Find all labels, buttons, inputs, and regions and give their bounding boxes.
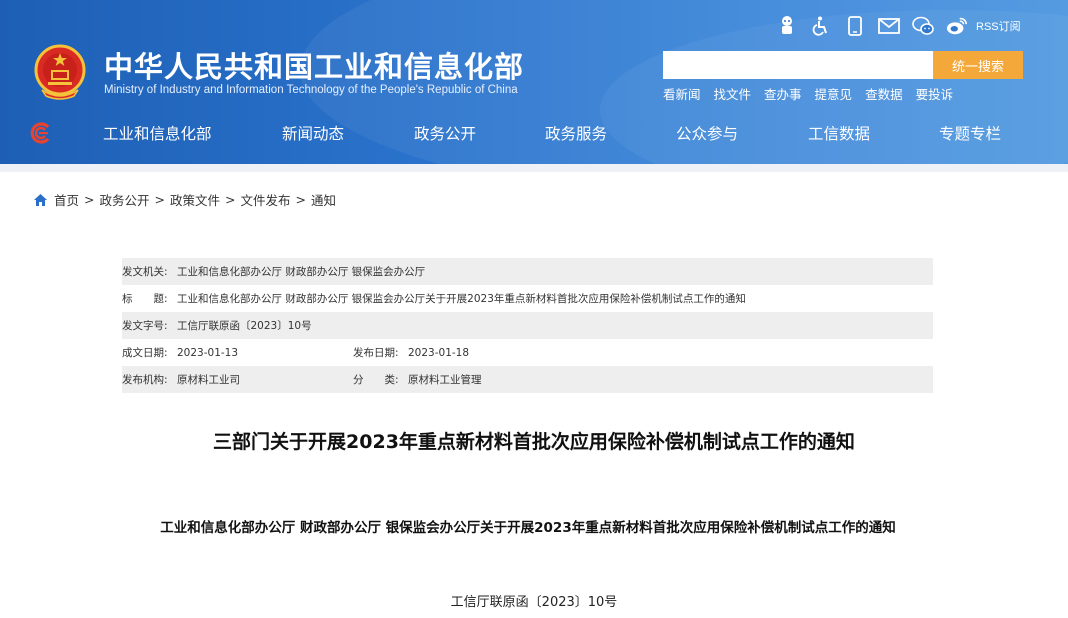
home-icon[interactable]: [33, 193, 48, 207]
meta-label: 分 类:: [353, 374, 399, 386]
quick-link-complaint[interactable]: 要投诉: [916, 84, 954, 103]
document-heading: 工业和信息化部办公厅 财政部办公厅 银保监会办公厅关于开展2023年重点新材料首…: [160, 520, 896, 536]
search-button[interactable]: 统一搜索: [933, 51, 1023, 79]
meta-label: 发布机构:: [122, 374, 168, 386]
mobile-icon[interactable]: [844, 15, 866, 37]
quick-link-files[interactable]: 找文件: [714, 84, 752, 103]
meta-date: 2023-01-13: [177, 346, 239, 359]
nav-item-news[interactable]: 新闻动态: [282, 122, 344, 144]
breadcrumb: 首页 > 政务公开 > 政策文件 > 文件发布 > 通知: [33, 190, 336, 209]
nav-item-government-affairs[interactable]: 政务公开: [414, 122, 476, 144]
meta-subject: 工业和信息化部办公厅 财政部办公厅 银保监会办公厅关于开展2023年重点新材料首…: [177, 293, 746, 305]
quick-link-feedback[interactable]: 提意见: [815, 84, 853, 103]
main-nav: 工业和信息化部 新闻动态 政务公开 政务服务 公众参与 工信数据 专题专栏: [0, 116, 1068, 152]
meta-row-org: 发布机构: 原材料工业司 分 类: 原材料工业管理: [122, 366, 933, 393]
quick-link-services[interactable]: 查办事: [764, 84, 802, 103]
quick-link-news[interactable]: 看新闻: [663, 84, 701, 103]
site-subtitle: Ministry of Industry and Information Tec…: [104, 84, 518, 96]
meta-row-issuer: 发文机关: 工业和信息化部办公厅 财政部办公厅 银保监会办公厅: [122, 258, 933, 285]
meta-category: 原材料工业管理: [408, 374, 482, 386]
breadcrumb-government-affairs[interactable]: 政务公开: [100, 190, 150, 209]
national-emblem-icon[interactable]: [34, 44, 86, 100]
breadcrumb-separator: >: [295, 192, 306, 207]
breadcrumb-home[interactable]: 首页: [54, 190, 79, 209]
site-title[interactable]: 中华人民共和国工业和信息化部: [104, 44, 524, 86]
breadcrumb-separator: >: [84, 192, 95, 207]
meta-label: 标 题:: [122, 293, 168, 305]
nav-item-data[interactable]: 工信数据: [808, 122, 870, 144]
document-metadata-table: 发文机关: 工业和信息化部办公厅 财政部办公厅 银保监会办公厅 标 题: 工业和…: [122, 258, 933, 393]
header-divider: [0, 164, 1068, 172]
meta-pubdate: 2023-01-18: [408, 346, 470, 359]
utility-icon-bar: RSS订阅: [776, 12, 1021, 40]
nav-item-topics[interactable]: 专题专栏: [939, 122, 1001, 144]
nav-item-services[interactable]: 政务服务: [545, 122, 607, 144]
accessibility-icon[interactable]: [810, 15, 832, 37]
robot-icon[interactable]: [776, 15, 798, 37]
weibo-icon[interactable]: [946, 15, 968, 37]
quick-links: 看新闻 找文件 查办事 提意见 查数据 要投诉: [663, 84, 966, 103]
meta-docno: 工信厅联原函〔2023〕10号: [177, 320, 312, 332]
meta-label: 发文字号:: [122, 320, 168, 332]
meta-org: 原材料工业司: [177, 374, 240, 386]
wechat-icon[interactable]: [912, 15, 934, 37]
breadcrumb-notice[interactable]: 通知: [311, 190, 336, 209]
document-number: 工信厅联原函〔2023〕10号: [450, 595, 618, 610]
site-header: 中华人民共和国工业和信息化部 Ministry of Industry and …: [0, 0, 1068, 164]
quick-link-data[interactable]: 查数据: [865, 84, 903, 103]
meta-row-dates: 成文日期: 2023-01-13 发布日期: 2023-01-18: [122, 339, 933, 366]
breadcrumb-policy-files[interactable]: 政策文件: [170, 190, 220, 209]
breadcrumb-separator: >: [225, 192, 236, 207]
mail-icon[interactable]: [878, 15, 900, 37]
ministry-logo-icon[interactable]: [30, 122, 52, 144]
search-input[interactable]: [663, 51, 933, 79]
document-title: 三部门关于开展2023年重点新材料首批次应用保险补偿机制试点工作的通知: [213, 431, 855, 453]
meta-row-docno: 发文字号: 工信厅联原函〔2023〕10号: [122, 312, 933, 339]
breadcrumb-separator: >: [154, 192, 165, 207]
meta-label: 成文日期:: [122, 347, 168, 359]
meta-label: 发文机关:: [122, 266, 168, 278]
meta-label: 发布日期:: [353, 347, 399, 359]
rss-link[interactable]: RSS订阅: [976, 18, 1021, 34]
breadcrumb-file-release[interactable]: 文件发布: [241, 190, 291, 209]
nav-item-ministry[interactable]: 工业和信息化部: [103, 122, 212, 144]
meta-row-subject: 标 题: 工业和信息化部办公厅 财政部办公厅 银保监会办公厅关于开展2023年重…: [122, 285, 933, 312]
nav-item-participation[interactable]: 公众参与: [676, 122, 738, 144]
meta-issuer: 工业和信息化部办公厅 财政部办公厅 银保监会办公厅: [177, 266, 426, 278]
